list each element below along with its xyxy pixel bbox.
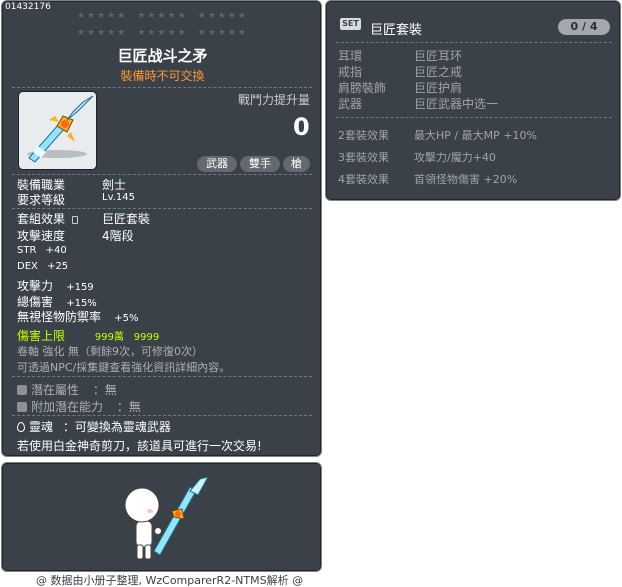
divider: [336, 42, 612, 43]
combat-power-value: 0: [293, 113, 310, 141]
set-badge: SET: [340, 18, 361, 30]
item-icon: [19, 92, 96, 169]
divider: [336, 117, 612, 118]
character-preview-icon: [124, 476, 209, 560]
set-piece-name: 巨匠耳环: [414, 49, 463, 63]
divider: [12, 415, 312, 416]
attack-speed-value: 4階段: [102, 229, 134, 243]
set-bonus-tier: 4套裝效果: [338, 173, 389, 186]
potential-icon: [17, 385, 27, 395]
attack-speed-label: 攻擊速度: [17, 229, 66, 243]
set-bonus-row: 2套裝效果 最大HP / 最大MP +10%: [338, 127, 537, 143]
set-piece-name: 巨匠之戒: [414, 65, 463, 79]
tag-spear: 槍: [283, 156, 310, 172]
required-level-label: 要求等級: [17, 193, 66, 207]
trade-restriction: 裝備時不可交換: [120, 69, 205, 83]
scissors-note: 若使用白金神奇剪刀，該道具可進行一次交易!: [17, 439, 262, 453]
set-bonus-row: 4套裝效果 首領怪物傷害 +20%: [338, 171, 517, 187]
set-piece-row: 耳環 巨匠耳环: [338, 47, 462, 64]
set-effect-row: 套組效果 巨匠套裝: [17, 210, 150, 227]
set-piece-slot: 肩膀裝飾: [338, 81, 387, 95]
set-bonus-effect: 攻擊力/魔力+40: [414, 151, 496, 164]
set-effect-label: 套組效果: [17, 212, 66, 226]
required-level-row: 要求等級 Lv.145: [17, 191, 135, 208]
set-name: 巨匠套裝: [370, 23, 423, 38]
upgrade-info: 卷軸 強化 無（剩餘9次，可修復0次）: [17, 345, 203, 358]
set-bonus-effect: 首領怪物傷害 +20%: [414, 173, 518, 186]
required-job-value: 劍士: [102, 178, 127, 192]
additional-potential-icon: [17, 402, 27, 412]
stat-label: DEX: [17, 261, 38, 272]
soul-flame-icon: [17, 422, 25, 432]
stat-label: 攻擊力: [17, 279, 54, 293]
required-level-value: Lv.145: [102, 192, 135, 203]
combat-power-label: 戰鬥力提升量: [238, 93, 311, 107]
set-bonus-tier: 2套裝效果: [338, 129, 389, 142]
soul-label: 靈魂: [29, 420, 54, 434]
damage-cap-label: 傷害上限: [17, 329, 66, 343]
set-piece-name: 巨匠护肩: [414, 81, 463, 95]
set-piece-slot: 武器: [338, 97, 363, 111]
damage-cap-row: 傷害上限 999萬 9999: [17, 327, 159, 344]
set-piece-slot: 耳環: [338, 49, 363, 63]
npc-info: 可透過NPC/採集鍵查看強化資訊詳細內容。: [17, 361, 231, 374]
stat-value: +25: [47, 261, 69, 272]
soul-value: ：可變換為靈魂武器: [62, 420, 171, 434]
star-force-row-2: ★★★★★ ★★★★★ ★★★★★: [76, 28, 249, 38]
divider: [12, 376, 312, 377]
potential-value: ：無: [92, 383, 117, 397]
damage-cap-value: 999萬: [94, 332, 124, 343]
item-tooltip: 01432176 ★★★★★ ★★★★★ ★★★★★ ★★★★★ ★★★★★ ★★★★★…: [1, 0, 322, 457]
set-bonus-effect: 最大HP / 最大MP +10%: [414, 129, 537, 142]
stat-label: STR: [17, 245, 37, 256]
tag-weapon: 武器: [197, 156, 237, 172]
set-piece-slot: 戒指: [338, 65, 363, 79]
character-preview-panel: [1, 462, 322, 572]
stat-value: +40: [45, 245, 67, 256]
set-bonus-tier: 3套裝效果: [338, 151, 389, 164]
set-piece-name: 巨匠武器中选一: [414, 97, 499, 111]
potential-row: 潛在屬性 ：無: [17, 381, 117, 398]
stat-label: 無視怪物防禦率: [17, 310, 102, 324]
damage-cap-value-secondary: 9999: [133, 332, 160, 343]
additional-potential-value: ：無: [116, 400, 141, 414]
set-panel: SET 巨匠套裝 0 / 4 耳環 巨匠耳环 戒指 巨匠之戒 肩膀裝飾 巨匠护肩…: [325, 0, 621, 201]
credit-footer: @ 数据由小册子整理, WzComparerR2-NTMS解析 @: [36, 574, 304, 587]
stat-row: 攻擊力 +159: [17, 277, 94, 294]
stat-row: DEX +25: [17, 261, 68, 272]
set-piece-row: 戒指 巨匠之戒: [338, 63, 462, 80]
stat-row: STR +40: [17, 245, 67, 256]
set-piece-row: 武器 巨匠武器中选一: [338, 95, 498, 112]
divider: [12, 208, 312, 209]
item-name: 巨匠战斗之矛: [117, 47, 208, 65]
stat-row: 無視怪物防禦率 +5%: [17, 308, 138, 325]
set-bonus-row: 3套裝效果 攻擊力/魔力+40: [338, 149, 496, 165]
attack-speed-row: 攻擊速度 4階段: [17, 227, 134, 244]
lock-icon: [71, 216, 78, 224]
divider: [12, 174, 312, 175]
potential-label: 潛在屬性: [31, 383, 80, 397]
set-count-badge: 0 / 4: [558, 19, 610, 35]
divider: [12, 87, 312, 88]
additional-potential-label: 附加潛在能力: [31, 400, 104, 414]
tag-two-handed: 雙手: [240, 156, 280, 172]
spear-icon: [27, 95, 94, 163]
star-force-row-1: ★★★★★ ★★★★★ ★★★★★: [76, 11, 249, 21]
stat-value: +159: [66, 282, 94, 293]
additional-potential-row: 附加潛在能力 ：無: [17, 398, 141, 415]
stat-value: +5%: [114, 313, 139, 324]
set-effect-value: 巨匠套裝: [102, 212, 151, 226]
soul-row: 靈魂 ：可變換為靈魂武器: [17, 418, 171, 435]
set-piece-row: 肩膀裝飾 巨匠护肩: [338, 79, 462, 96]
